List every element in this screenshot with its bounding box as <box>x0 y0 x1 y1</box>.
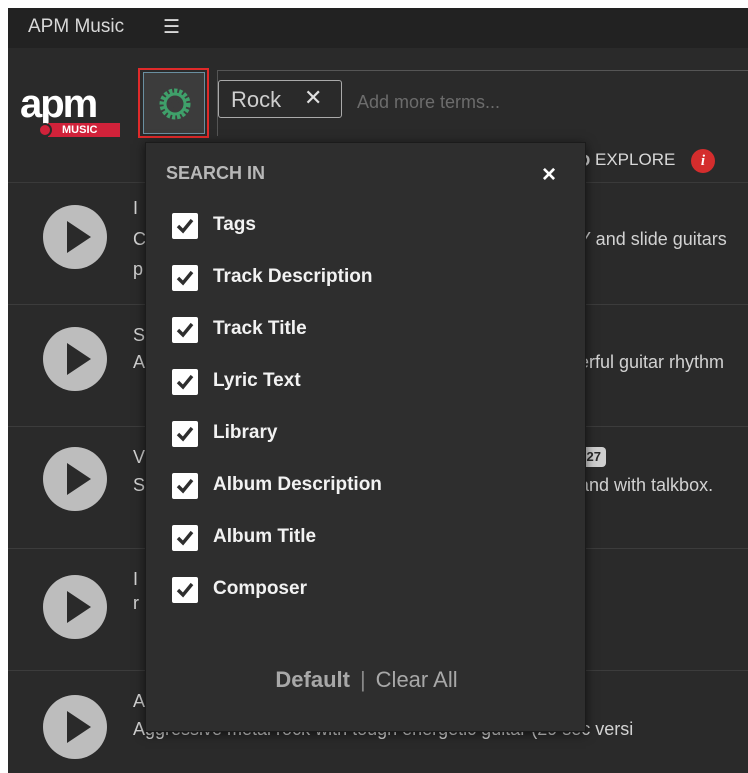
search-settings-button[interactable] <box>138 68 209 138</box>
option-label: Album Title <box>213 526 317 547</box>
checkbox-lyric-text[interactable] <box>172 369 198 395</box>
checkmark-icon <box>176 478 194 494</box>
checkmark-icon <box>176 322 194 338</box>
dropdown-title: SEARCH IN <box>166 163 266 183</box>
track-description-right: Y and slide guitars <box>579 229 727 249</box>
checkbox-album-description[interactable] <box>172 473 198 499</box>
option-label: Lyric Text <box>213 370 301 391</box>
option-label: Track Description <box>213 266 373 287</box>
checkbox-tags[interactable] <box>172 213 198 239</box>
chip-label: Rock <box>231 87 282 112</box>
play-icon[interactable] <box>43 695 107 759</box>
checkmark-icon <box>176 218 194 234</box>
option-label: Track Title <box>213 318 307 339</box>
checkmark-icon <box>176 426 194 442</box>
footer-separator: | <box>359 667 366 692</box>
track-description-right: erful guitar rhythm <box>579 352 725 372</box>
close-icon[interactable]: × <box>542 161 556 189</box>
search-term-chip: Rock ✕ <box>218 80 342 118</box>
track-description: r <box>133 593 139 613</box>
checkmark-icon <box>176 270 194 286</box>
apm-logo[interactable]: apm MUSIC <box>20 82 125 137</box>
default-button[interactable]: Default <box>275 667 350 692</box>
track-title: I <box>133 569 139 589</box>
track-description: A <box>133 352 146 372</box>
dropdown-footer: Default | Clear All <box>146 667 587 693</box>
option-label: Composer <box>213 578 307 599</box>
title-bar: APM Music ☰ <box>8 8 748 48</box>
option-label: Library <box>213 422 278 443</box>
play-icon[interactable] <box>43 205 107 269</box>
option-label: Tags <box>213 214 256 235</box>
track-description: S <box>133 475 146 495</box>
hamburger-menu-icon[interactable]: ☰ <box>163 16 180 39</box>
play-icon[interactable] <box>43 447 107 511</box>
checkmark-icon <box>176 374 194 390</box>
app-window: APM Music ☰ apm MUSIC Rock ✕ Add more te… <box>8 8 748 773</box>
logo-play-dot-icon <box>38 123 52 137</box>
track-description-cont: p <box>133 259 144 279</box>
clear-all-button[interactable]: Clear All <box>376 667 458 692</box>
play-icon[interactable] <box>43 327 107 391</box>
checkmark-icon <box>176 582 194 598</box>
explore-link[interactable]: EXPLORE <box>595 150 675 170</box>
app-title: APM Music <box>28 16 125 37</box>
search-input[interactable]: Add more terms... <box>357 92 500 113</box>
checkbox-composer[interactable] <box>172 577 198 603</box>
play-icon[interactable] <box>43 575 107 639</box>
option-label: Album Description <box>213 474 382 495</box>
chip-remove-icon[interactable]: ✕ <box>304 85 322 111</box>
checkbox-track-title[interactable] <box>172 317 198 343</box>
logo-music-tag: MUSIC <box>48 123 120 137</box>
track-description-right: and with talkbox. <box>579 475 714 495</box>
gear-icon <box>159 88 191 120</box>
track-title: S <box>133 325 146 345</box>
gear-button-face[interactable] <box>143 72 205 134</box>
checkbox-album-title[interactable] <box>172 525 198 551</box>
track-title: I <box>133 198 139 218</box>
checkbox-track-description[interactable] <box>172 265 198 291</box>
checkbox-library[interactable] <box>172 421 198 447</box>
track-title: V <box>133 447 146 467</box>
info-icon[interactable]: i <box>691 149 715 173</box>
checkmark-icon <box>176 530 194 546</box>
search-in-dropdown: SEARCH IN × Tags Track Description Track… <box>145 142 586 732</box>
explore-label: EXPLORE <box>595 150 676 169</box>
logo-text: apm <box>20 82 98 126</box>
track-title: A <box>133 691 146 711</box>
